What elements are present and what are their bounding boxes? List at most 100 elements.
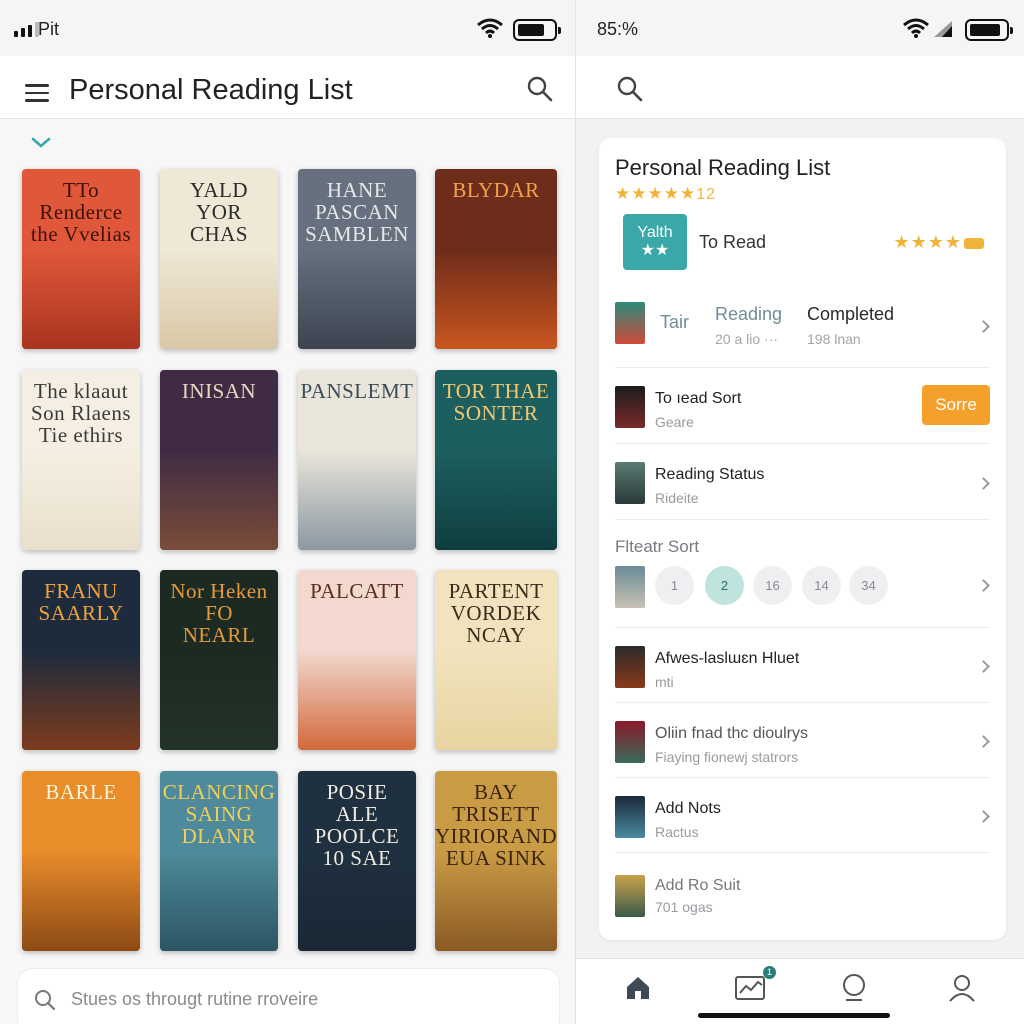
book-thumbnail (615, 566, 645, 608)
book-cover[interactable]: TOR THAE SONTER (435, 370, 557, 550)
rating-count: 12 (696, 186, 716, 203)
book-title: TOR THAE SONTER (442, 379, 550, 425)
book-title: CLANCING SAING DLANR (162, 780, 276, 848)
right-pane: 85:% Personal Reading List ★★★★★12 Yalth… (575, 0, 1024, 1024)
to-read-stars-text: ★★★★ (893, 232, 962, 252)
stars-text: ★★★★★ (615, 184, 697, 203)
book-cover[interactable]: Nor Heken FO NEARL (160, 570, 278, 750)
book-cover[interactable]: PALCATT (298, 570, 416, 750)
list-item[interactable]: Oliin fnad thc dioulrys Fiaying fionewj … (615, 703, 990, 778)
cover-art (160, 852, 278, 951)
chevron-right-icon[interactable] (977, 320, 990, 333)
chevron-right-icon[interactable] (977, 579, 990, 592)
filter-chip[interactable]: 2 (705, 566, 744, 605)
cover-art (160, 250, 278, 349)
reading-list-card: Personal Reading List ★★★★★12 Yalth ★★ T… (599, 138, 1006, 940)
book-title: PANSLEMT (300, 379, 414, 403)
list-item[interactable]: Add Ro Suit 701 ogas (615, 853, 990, 929)
book-cover[interactable]: BAY TRISETT YIRIORAND EUA SINK (435, 771, 557, 951)
book-title: The klaaut Son Rlaens Tie ethirs (30, 379, 132, 447)
row-title: Add Nots (655, 800, 721, 817)
left-pane: Pit Personal Reading List TTo Renderce t… (0, 0, 575, 1024)
filter-chip[interactable]: 34 (849, 566, 888, 605)
book-cover[interactable]: CLANCING SAING DLANR (160, 771, 278, 951)
chevron-right-icon[interactable] (977, 810, 990, 823)
search-input[interactable]: Stues os througt rutine rroveire (71, 989, 318, 1010)
cover-art (298, 250, 416, 349)
bottom-tab-bar: 1 (576, 958, 1024, 1024)
filter-sort-row: Flteatr Sort 1 2 16 14 34 (615, 520, 990, 628)
chevron-right-icon[interactable] (977, 660, 990, 673)
tab-completed-sub: 198 lnan (807, 331, 861, 347)
cover-art (435, 250, 557, 349)
tile-title: Yalth (637, 224, 673, 241)
search-icon[interactable] (527, 76, 553, 102)
bottom-search-bar[interactable]: Stues os througt rutine rroveire (18, 969, 559, 1024)
filter-chip[interactable]: 14 (802, 566, 841, 605)
book-title: BARLE (45, 780, 117, 804)
row-subtitle: Geare (655, 414, 694, 430)
book-tile[interactable]: Yalth ★★ (623, 214, 687, 270)
book-title: FRANU SAARLY (38, 579, 124, 625)
book-cover[interactable]: FRANU SAARLY (22, 570, 140, 750)
book-cover[interactable]: YALD YOR CHAS (160, 169, 278, 349)
explore-icon[interactable] (840, 973, 868, 1003)
cover-art (22, 250, 140, 349)
cover-art (298, 451, 416, 550)
book-thumbnail (615, 646, 645, 688)
signal-icon (14, 22, 39, 37)
cover-art (435, 651, 557, 750)
book-cover[interactable]: BLYDAR (435, 169, 557, 349)
book-title: PALCATT (310, 579, 404, 603)
book-cover[interactable]: INISAN (160, 370, 278, 550)
list-item[interactable]: Afwes-laslɯɛn Hluet mti (615, 628, 990, 703)
battery-icon (513, 19, 561, 41)
battery-icon (965, 19, 1013, 41)
sort-button[interactable]: Sorre (922, 385, 990, 425)
status-text: 85:% (597, 19, 639, 39)
tile-stars: ★★ (640, 242, 670, 259)
chevron-right-icon[interactable] (977, 477, 990, 490)
book-cover[interactable]: HANE PASCAN SAMBLEN (298, 169, 416, 349)
wifi-icon (477, 18, 503, 38)
profile-icon[interactable] (947, 973, 977, 1003)
cover-art (160, 451, 278, 550)
book-thumbnail (615, 302, 645, 344)
book-title: POSIE ALE POOLCE 10 SAE (314, 780, 400, 870)
tab-reading[interactable]: Reading 20 a lio ··· (715, 304, 782, 347)
to-read-sort-row[interactable]: To ıead Sort Geare Sorre (615, 368, 990, 444)
tab-reading-label: Reading (715, 304, 783, 324)
carrier-label: Pit (38, 19, 60, 39)
book-title: TTo Renderce the Vvelias (30, 178, 132, 246)
filter-chip[interactable]: 16 (753, 566, 792, 605)
book-title: HANE PASCAN SAMBLEN (305, 178, 409, 246)
book-thumbnail (615, 796, 645, 838)
tab-reading-sub: 20 a lio ··· (715, 331, 779, 347)
book-thumbnail (615, 875, 645, 917)
card-title: Personal Reading List (615, 155, 831, 180)
tab-tair[interactable]: Tair (660, 312, 689, 333)
home-icon[interactable] (624, 973, 652, 1001)
wifi-icon (903, 18, 929, 38)
cellular-icon (934, 21, 952, 37)
filter-chip[interactable]: 1 (655, 566, 694, 605)
row-title: Reading Status (655, 466, 765, 483)
search-icon[interactable] (617, 76, 643, 102)
chevron-right-icon[interactable] (977, 735, 990, 748)
book-cover[interactable]: PARTENT VORDEK NCAY (435, 570, 557, 750)
list-item[interactable]: Add Nots Ractus (615, 778, 990, 853)
hamburger-menu-icon[interactable] (25, 84, 49, 102)
book-cover[interactable]: The klaaut Son Rlaens Tie ethirs (22, 370, 140, 550)
stats-icon[interactable] (734, 973, 768, 1003)
book-cover[interactable]: PANSLEMT (298, 370, 416, 550)
row-title: To ıead Sort (655, 390, 742, 407)
cover-art (22, 651, 140, 750)
chevron-down-icon[interactable] (30, 136, 52, 150)
rating-pill-icon (964, 237, 984, 249)
book-thumbnail (615, 386, 645, 428)
book-cover[interactable]: POSIE ALE POOLCE 10 SAE (298, 771, 416, 951)
reading-status-row[interactable]: Reading Status Rideite (615, 444, 990, 520)
book-cover[interactable]: TTo Renderce the Vvelias (22, 169, 140, 349)
book-cover[interactable]: BARLE (22, 771, 140, 951)
tab-completed[interactable]: Completed 198 lnan (807, 304, 894, 347)
